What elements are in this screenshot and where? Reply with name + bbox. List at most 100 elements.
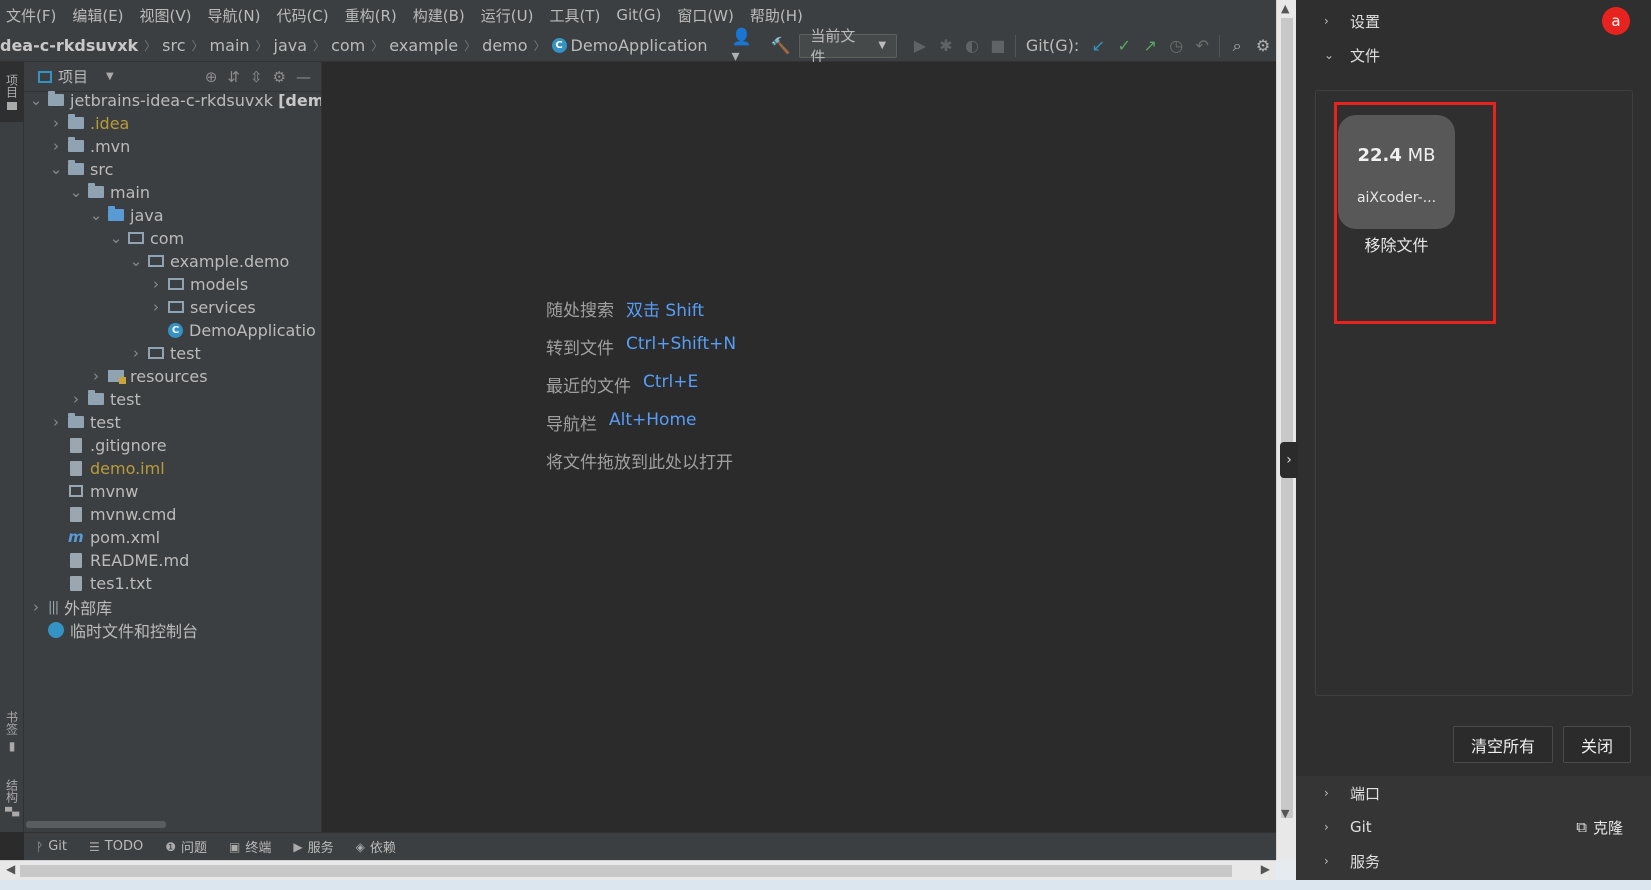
tree-item[interactable]: › test [68,387,141,411]
tool-window-button[interactable]: ❶ 问题 [165,837,207,857]
scroll-left-icon[interactable]: ◀ [6,862,15,876]
breadcrumb-item[interactable]: com [331,36,365,55]
tool-window-button[interactable]: ▣ 终端 [229,837,271,857]
structure-tool-tab[interactable]: 结构 ▞ [0,768,24,828]
menu-item[interactable]: 窗口(W) [677,5,734,26]
scroll-up-icon[interactable]: ▲ [1281,2,1289,15]
menu-item[interactable]: 文件(F) [6,5,56,26]
expand-all-icon[interactable]: ⇵ [227,68,240,86]
run-icon[interactable]: ▶ [907,33,933,59]
tree-item[interactable]: › test [128,341,201,365]
project-horizontal-scrollbar[interactable] [26,821,166,828]
section-files[interactable]: ⌄ 文件 [1296,38,1651,72]
menu-item[interactable]: 代码(C) [276,5,328,26]
tree-item[interactable]: ⌄ example.demo [128,249,290,273]
chevron-down-icon[interactable]: ⌄ [108,229,124,247]
tool-window-button[interactable]: ▶ 服务 [293,837,333,857]
chevron-right-icon[interactable]: › [48,137,64,155]
tool-window-button[interactable]: ◈ 依赖 [356,837,396,857]
hide-panel-icon[interactable]: — [296,68,311,86]
collapse-all-icon[interactable]: ⇳ [250,68,263,86]
menu-item[interactable]: Git(G) [616,6,661,24]
chevron-down-icon[interactable]: ⌄ [68,183,84,201]
chevron-down-icon[interactable]: ▼ [106,71,114,82]
git-history-icon[interactable]: ◷ [1163,33,1189,59]
menu-item[interactable]: 编辑(E) [72,5,123,26]
tree-item[interactable]: › models [148,272,248,296]
tree-item[interactable]: ⌄ com [108,226,184,250]
chevron-right-icon[interactable]: › [128,344,144,362]
chevron-right-icon[interactable]: › [148,298,164,316]
tree-item[interactable]: README.md [48,548,189,572]
locate-target-icon[interactable]: ⊕ [205,68,218,86]
tool-window-button[interactable]: ᚹ Git [36,839,67,854]
bookmarks-tool-tab[interactable]: 书签 ▮ [0,702,24,762]
tree-item[interactable]: › test [48,410,121,434]
menu-item[interactable]: 构建(B) [413,5,465,26]
vertical-scrollbar[interactable]: ▲ ▼ [1276,0,1296,860]
tree-item[interactable]: 临时文件和控制台 [28,618,198,642]
scroll-right-icon[interactable]: ▶ [1261,862,1270,876]
chevron-right-icon[interactable]: › [28,598,44,616]
user-icon[interactable]: 👤▾ [731,27,757,65]
breadcrumb-class[interactable]: DemoApplication [571,36,708,55]
chevron-down-icon[interactable]: ⌄ [48,160,64,178]
tree-item[interactable]: demo.iml [48,456,165,480]
coverage-icon[interactable]: ◐ [959,33,985,59]
menu-item[interactable]: 运行(U) [481,5,534,26]
section-settings[interactable]: › 设置 [1296,4,1651,38]
chevron-right-icon[interactable]: › [48,114,64,132]
horizontal-scrollbar[interactable]: ◀ ▶ [0,860,1276,880]
panel-toggle-chevron-icon[interactable]: › [1280,442,1298,478]
git-update-icon[interactable]: ↙ [1085,33,1111,59]
breadcrumb-item[interactable]: main [210,36,250,55]
editor-empty-area[interactable]: 随处搜索 双击 Shift 转到文件 Ctrl+Shift+N 最近的文件 Ctrl+E 导… [322,62,1276,832]
chevron-right-icon[interactable]: › [68,390,84,408]
build-hammer-icon[interactable]: 🔨 [767,33,793,59]
scroll-down-icon[interactable]: ▼ [1281,807,1289,820]
project-tool-tab[interactable]: 项目 [0,62,24,122]
tree-item[interactable]: › resources [88,364,208,388]
debug-icon[interactable]: ✱ [933,33,959,59]
clear-all-button[interactable]: 清空所有 [1453,726,1553,763]
breadcrumb-item[interactable]: example [389,36,458,55]
chevron-right-icon[interactable]: › [88,367,104,385]
tree-item[interactable]: C DemoApplicatio [148,318,316,342]
section-ports[interactable]: › 端口 [1296,776,1651,810]
tool-window-button[interactable]: ☰ TODO [89,839,143,854]
settings-gear-icon[interactable]: ⚙ [1250,33,1276,59]
tree-item[interactable]: › .mvn [48,134,130,158]
project-view-title[interactable]: 项目 [58,66,88,87]
menu-item[interactable]: 视图(V) [140,5,192,26]
chevron-down-icon[interactable]: ⌄ [88,206,104,224]
git-rollback-icon[interactable]: ↶ [1189,33,1215,59]
tree-item[interactable]: › ||| 外部库 [28,595,112,619]
git-push-icon[interactable]: ↗ [1137,33,1163,59]
tree-item[interactable]: .gitignore [48,433,167,457]
chevron-right-icon[interactable]: › [148,275,164,293]
search-icon[interactable]: ⌕ [1224,33,1250,59]
menu-item[interactable]: 导航(N) [208,5,261,26]
tree-item[interactable]: mvnw [48,479,138,503]
vertical-scroll-thumb[interactable] [1281,18,1293,818]
stop-icon[interactable]: ■ [985,33,1011,59]
section-services[interactable]: › 服务 [1296,844,1651,878]
tree-item[interactable]: › services [148,295,256,319]
horizontal-scroll-thumb[interactable] [20,865,1232,877]
section-git[interactable]: › Git ⧉ 克隆 [1296,810,1651,844]
run-config-dropdown[interactable]: 当前文件 ▼ [799,27,898,66]
clone-button[interactable]: ⧉ 克隆 [1576,817,1623,838]
menu-item[interactable]: 工具(T) [549,5,600,26]
close-button[interactable]: 关闭 [1563,726,1631,763]
tree-item[interactable]: mvnw.cmd [48,502,176,526]
tree-item[interactable]: m pom.xml [48,525,160,549]
tree-item[interactable]: › .idea [48,111,129,135]
tree-item[interactable]: ⌄ main [68,180,150,204]
tree-item[interactable]: ⌄ src [48,157,114,181]
breadcrumb-item[interactable]: src [162,36,185,55]
chevron-down-icon[interactable]: ⌄ [28,91,44,109]
git-commit-icon[interactable]: ✓ [1111,33,1137,59]
chevron-right-icon[interactable]: › [48,413,64,431]
tree-item[interactable]: tes1.txt [48,571,152,595]
menu-item[interactable]: 帮助(H) [750,5,803,26]
